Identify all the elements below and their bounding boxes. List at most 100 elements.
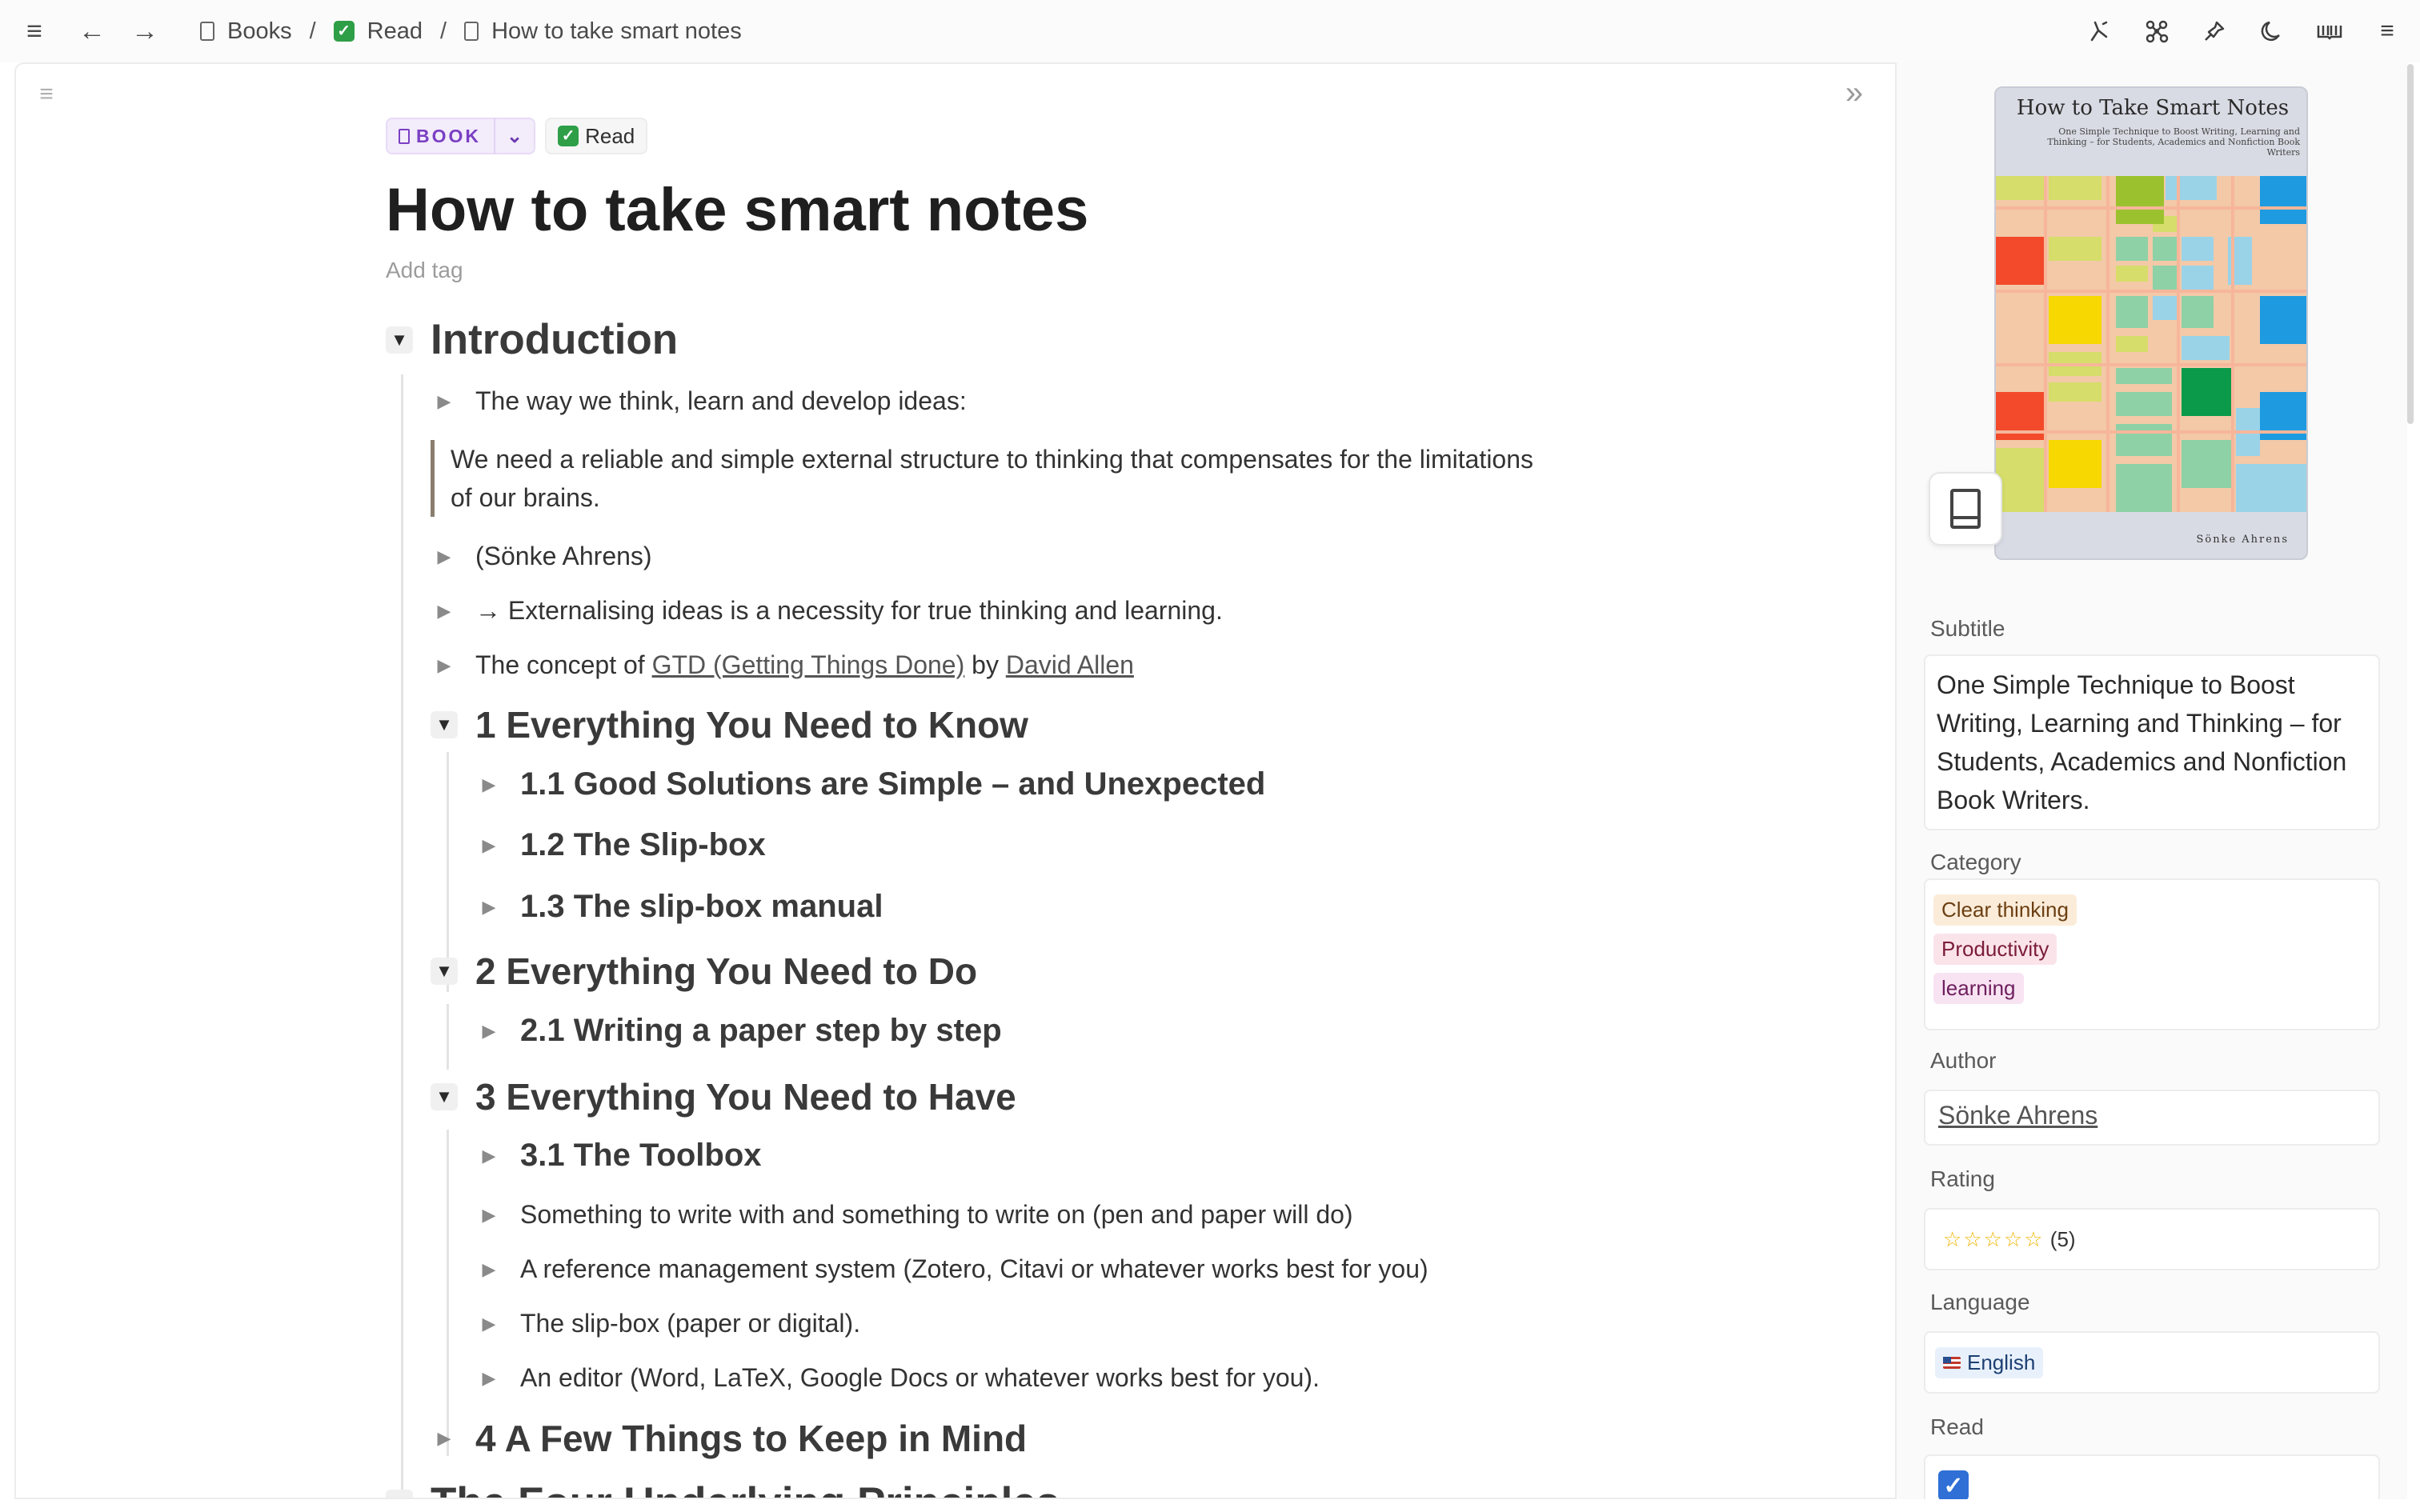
link-david-allen[interactable]: David Allen	[1006, 650, 1134, 679]
toolbar-right: ≡	[2084, 0, 2410, 62]
breadcrumb-separator: /	[309, 18, 316, 44]
forward-arrow-icon[interactable]: →	[130, 16, 160, 46]
collapse-triangle-icon[interactable]: ▼	[431, 1083, 458, 1110]
outline-heading[interactable]: ▼ The Four Underlying Principles	[386, 1478, 1060, 1498]
outline-guide-line	[447, 1130, 449, 1456]
expand-triangle-icon[interactable]: ▶	[431, 1425, 458, 1452]
sidebar-toggle-icon[interactable]: ≡	[32, 80, 61, 109]
property-label-read: Read	[1930, 1414, 1984, 1439]
list-item[interactable]: ▶ The way we think, learn and develop id…	[431, 386, 967, 416]
collapse-triangle-icon[interactable]: ▼	[386, 326, 413, 354]
expand-triangle-icon[interactable]: ▶	[475, 771, 503, 798]
author-field[interactable]: Sönke Ahrens	[1924, 1090, 2380, 1146]
outline-heading[interactable]: ▼ 3 Everything You Need to Have	[431, 1075, 1016, 1118]
type-tag-book[interactable]: BOOK ⌄	[386, 118, 536, 154]
category-chip[interactable]: learning	[1933, 973, 2024, 1004]
top-bar: ≡ ← → Books / ✓ Read / How to take smart…	[0, 0, 2420, 62]
graph-icon[interactable]	[2142, 16, 2172, 46]
expand-triangle-icon[interactable]: ▶	[475, 1365, 503, 1392]
page-tags: BOOK ⌄ ✓ Read	[386, 117, 1586, 155]
expand-triangle-icon[interactable]: ▶	[475, 1256, 503, 1283]
outline-heading[interactable]: ▼ 2 Everything You Need to Do	[431, 950, 977, 993]
expand-triangle-icon[interactable]: ▶	[431, 598, 458, 625]
outline-heading[interactable]: ▶ 1.1 Good Solutions are Simple – and Un…	[475, 766, 1266, 802]
outline-heading[interactable]: ▶ 2.1 Writing a paper step by step	[475, 1013, 1002, 1049]
breadcrumb-read[interactable]: ✓ Read	[333, 18, 423, 45]
list-item[interactable]: ▶ Something to write with and something …	[475, 1200, 1353, 1230]
cover-pattern	[1996, 176, 2306, 512]
pin-icon[interactable]	[2199, 16, 2230, 46]
outline-heading[interactable]: ▶ 3.1 The Toolbox	[475, 1138, 762, 1174]
page-header: BOOK ⌄ ✓ Read How to take smart notes Ad…	[386, 117, 1586, 283]
property-label-language: Language	[1930, 1290, 2030, 1314]
category-chip[interactable]: Clear thinking	[1933, 894, 2077, 926]
us-flag-icon	[1943, 1357, 1961, 1369]
outline-heading[interactable]: ▼ 1 Everything You Need to Know	[431, 703, 1028, 746]
collapse-triangle-icon[interactable]: ▼	[431, 958, 458, 985]
breadcrumb-books[interactable]: Books	[200, 18, 292, 45]
back-arrow-icon[interactable]: ←	[77, 16, 107, 46]
subtitle-field[interactable]: One Simple Technique to Boost Writing, L…	[1924, 654, 2380, 830]
outline-heading[interactable]: ▼ Introduction	[386, 315, 678, 364]
list-item[interactable]: ▶ An editor (Word, LaTeX, Google Docs or…	[475, 1363, 1320, 1393]
category-field[interactable]: Clear thinking Productivity learning	[1924, 878, 2380, 1030]
page-icon	[200, 22, 214, 41]
outline-guide-line	[401, 374, 403, 1498]
collapse-triangle-icon[interactable]: ▼	[431, 711, 458, 738]
expand-triangle-icon[interactable]: ▶	[431, 388, 458, 415]
language-chip[interactable]: English	[1935, 1347, 2044, 1378]
read-checkbox[interactable]: ✓	[1938, 1470, 1969, 1499]
outline-heading[interactable]: ▶ 1.3 The slip-box manual	[475, 889, 883, 925]
scrollbar[interactable]	[2407, 64, 2414, 424]
check-icon: ✓	[333, 21, 355, 42]
list-item[interactable]: ▶ (Sönke Ahrens)	[431, 542, 652, 571]
breadcrumb-separator: /	[440, 18, 447, 44]
rating-field[interactable]: ☆☆☆☆☆ (5)	[1924, 1208, 2380, 1270]
chevron-down-icon[interactable]: ⌄	[495, 125, 534, 148]
list-item[interactable]: ▶ The concept of GTD (Getting Things Don…	[431, 650, 1134, 680]
expand-triangle-icon[interactable]: ▶	[475, 1018, 503, 1045]
status-tag-read[interactable]: ✓ Read	[545, 118, 648, 154]
expand-triangle-icon[interactable]: ▶	[431, 652, 458, 679]
expand-triangle-icon[interactable]: ▶	[431, 543, 458, 570]
routing-icon[interactable]	[2084, 16, 2114, 46]
category-chip[interactable]: Productivity	[1933, 934, 2057, 965]
expand-triangle-icon[interactable]: ▶	[475, 1202, 503, 1229]
outline-guide-line	[447, 1004, 449, 1070]
page-icon	[464, 22, 479, 41]
collapse-triangle-icon[interactable]: ▼	[386, 1489, 413, 1498]
property-label-subtitle: Subtitle	[1930, 616, 2005, 641]
expand-triangle-icon[interactable]: ▶	[475, 832, 503, 859]
menu-icon[interactable]: ≡	[19, 16, 50, 46]
book-cover[interactable]: How to Take Smart Notes One Simple Techn…	[1994, 86, 2308, 560]
hamburger-icon[interactable]: ≡	[2372, 16, 2402, 46]
list-item[interactable]: ▶ The slip-box (paper or digital).	[475, 1309, 861, 1338]
breadcrumb: Books / ✓ Read / How to take smart notes	[200, 0, 742, 62]
outline-heading[interactable]: ▶ 4 A Few Things to Keep in Mind	[431, 1417, 1028, 1460]
star-rating-icon[interactable]: ☆☆☆☆☆	[1943, 1227, 2045, 1251]
outline-heading[interactable]: ▶ 1.2 The Slip-box	[475, 827, 766, 863]
property-label-category: Category	[1930, 850, 2021, 874]
list-item[interactable]: ▶ A reference management system (Zotero,…	[475, 1254, 1428, 1284]
reading-icon[interactable]	[2314, 16, 2345, 46]
moon-icon[interactable]	[2257, 16, 2287, 46]
add-tag-button[interactable]: Add tag	[386, 258, 1586, 283]
property-label-author: Author	[1930, 1048, 1997, 1073]
breadcrumb-current-page[interactable]: How to take smart notes	[464, 18, 742, 45]
list-item[interactable]: ▶ → Externalising ideas is a necessity f…	[431, 596, 1223, 626]
page-title[interactable]: How to take smart notes	[386, 174, 1586, 246]
link-gtd[interactable]: GTD (Getting Things Done)	[652, 650, 965, 679]
book-icon[interactable]	[1929, 472, 2002, 546]
properties-panel: How to Take Smart Notes One Simple Techn…	[1895, 62, 2407, 1499]
property-label-rating: Rating	[1930, 1166, 1995, 1191]
author-link[interactable]: Sönke Ahrens	[1925, 1091, 2378, 1140]
expand-triangle-icon[interactable]: ▶	[475, 1310, 503, 1338]
read-field: ✓	[1924, 1454, 2380, 1499]
language-field[interactable]: English	[1924, 1331, 2380, 1394]
page-icon	[399, 128, 410, 144]
editor-panel: ≡ » BOOK ⌄ ✓ Read How to take smart note…	[14, 62, 1895, 1499]
blockquote[interactable]: We need a reliable and simple external s…	[431, 440, 1551, 517]
expand-panel-icon[interactable]: »	[1837, 75, 1872, 110]
expand-triangle-icon[interactable]: ▶	[475, 1142, 503, 1170]
expand-triangle-icon[interactable]: ▶	[475, 894, 503, 921]
